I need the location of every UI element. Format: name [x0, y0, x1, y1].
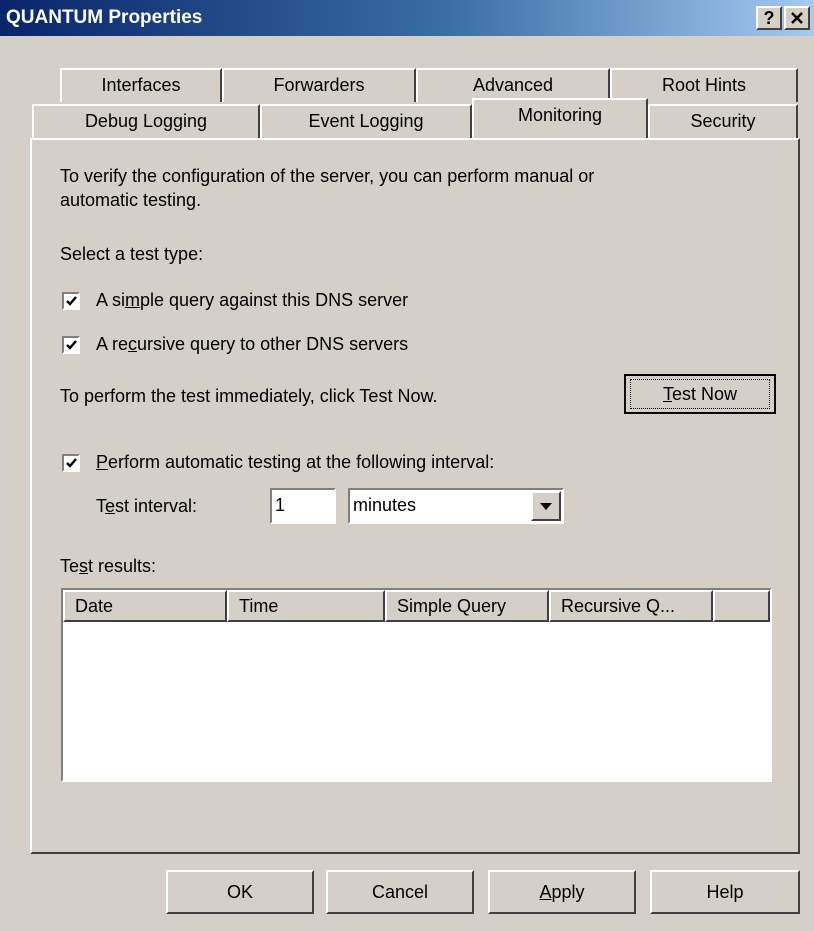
- cancel-button[interactable]: Cancel: [326, 870, 474, 914]
- checkmark-icon: [66, 296, 77, 306]
- recursive-query-label[interactable]: A recursive query to other DNS servers: [96, 334, 408, 355]
- tab-root-hints[interactable]: Root Hints: [610, 68, 798, 102]
- button-label: est Now: [671, 384, 738, 404]
- label-text: ple query against this DNS server: [140, 290, 409, 310]
- intro-text-line2: automatic testing.: [60, 190, 202, 210]
- tab-security[interactable]: Security: [648, 104, 798, 138]
- simple-query-label[interactable]: A simple query against this DNS server: [96, 290, 408, 311]
- simple-query-checkbox[interactable]: [62, 292, 80, 310]
- tab-label: Security: [690, 111, 756, 131]
- window-title: QUANTUM Properties: [6, 7, 203, 28]
- tab-label: Event Logging: [308, 111, 424, 131]
- accelerator-key: e: [105, 496, 116, 516]
- test-interval-input[interactable]: 1: [270, 488, 336, 524]
- tab-advanced[interactable]: Advanced: [416, 68, 610, 102]
- tab-label: Monitoring: [517, 105, 603, 125]
- label-text: t results:: [88, 556, 157, 576]
- label-text: erform automatic testing at the followin…: [108, 452, 495, 472]
- tab-forwarders[interactable]: Forwarders: [222, 68, 416, 102]
- column-header-blank[interactable]: [713, 590, 770, 622]
- tab-event-logging[interactable]: Event Logging: [260, 104, 472, 138]
- tab-monitoring[interactable]: Monitoring: [472, 98, 648, 138]
- selected-value: minutes: [353, 495, 417, 515]
- chevron-down-icon: [540, 503, 552, 510]
- tab-label: Advanced: [472, 75, 554, 95]
- intro-text-line1: To verify the configuration of the serve…: [60, 166, 595, 186]
- tab-label: Debug Logging: [84, 111, 208, 131]
- accelerator-key: A: [539, 882, 552, 902]
- tab-label: Forwarders: [273, 75, 365, 95]
- ok-button[interactable]: OK: [166, 870, 314, 914]
- accelerator-key: m: [125, 290, 141, 310]
- accelerator-key: P: [96, 452, 109, 472]
- test-interval-label: Test interval:: [96, 496, 197, 517]
- checkmark-icon: [66, 340, 77, 350]
- label-text: ursive query to other DNS servers: [137, 334, 409, 354]
- recursive-query-checkbox[interactable]: [62, 336, 80, 354]
- tab-label: Root Hints: [661, 75, 747, 95]
- label-text: Te: [60, 556, 80, 576]
- help-dialog-button[interactable]: Help: [650, 870, 800, 914]
- test-now-button[interactable]: Test Now: [624, 374, 776, 414]
- tab-label: Interfaces: [101, 75, 181, 95]
- label-text: A re: [96, 334, 129, 354]
- column-header-recursive-query[interactable]: Recursive Q...: [549, 590, 713, 622]
- accelerator-key: s: [79, 556, 89, 576]
- accelerator-key: T: [662, 384, 672, 404]
- test-now-instructions: To perform the test immediately, click T…: [60, 386, 438, 406]
- label-text: st interval:: [115, 496, 198, 516]
- accelerator-key: c: [128, 334, 138, 354]
- column-header-time[interactable]: Time: [227, 590, 385, 622]
- label-text: A si: [96, 290, 126, 310]
- column-header-simple-query[interactable]: Simple Query: [385, 590, 549, 622]
- label-text: T: [96, 496, 105, 516]
- close-icon: [791, 12, 803, 24]
- tab-debug-logging[interactable]: Debug Logging: [32, 104, 260, 138]
- properties-dialog: QUANTUM Properties ? Interfaces Forwarde…: [0, 0, 814, 931]
- interval-unit-select[interactable]: minutes: [348, 488, 564, 524]
- column-header-date[interactable]: Date: [63, 590, 227, 622]
- select-test-type-label: Select a test type:: [60, 244, 204, 264]
- tab-interfaces[interactable]: Interfaces: [60, 68, 222, 102]
- help-button[interactable]: ?: [756, 6, 782, 30]
- button-label: pply: [551, 882, 585, 902]
- close-button[interactable]: [784, 6, 810, 30]
- focus-rect: Test Now: [630, 379, 770, 409]
- auto-testing-checkbox[interactable]: [62, 454, 80, 472]
- dropdown-button[interactable]: [531, 491, 561, 521]
- checkmark-icon: [66, 458, 77, 468]
- auto-testing-label[interactable]: Perform automatic testing at the followi…: [96, 452, 494, 473]
- test-results-label: Test results:: [60, 556, 156, 577]
- apply-button[interactable]: Apply: [488, 870, 636, 914]
- test-results-list[interactable]: Date Time Simple Query Recursive Q...: [61, 588, 772, 782]
- title-bar[interactable]: QUANTUM Properties ?: [0, 0, 814, 36]
